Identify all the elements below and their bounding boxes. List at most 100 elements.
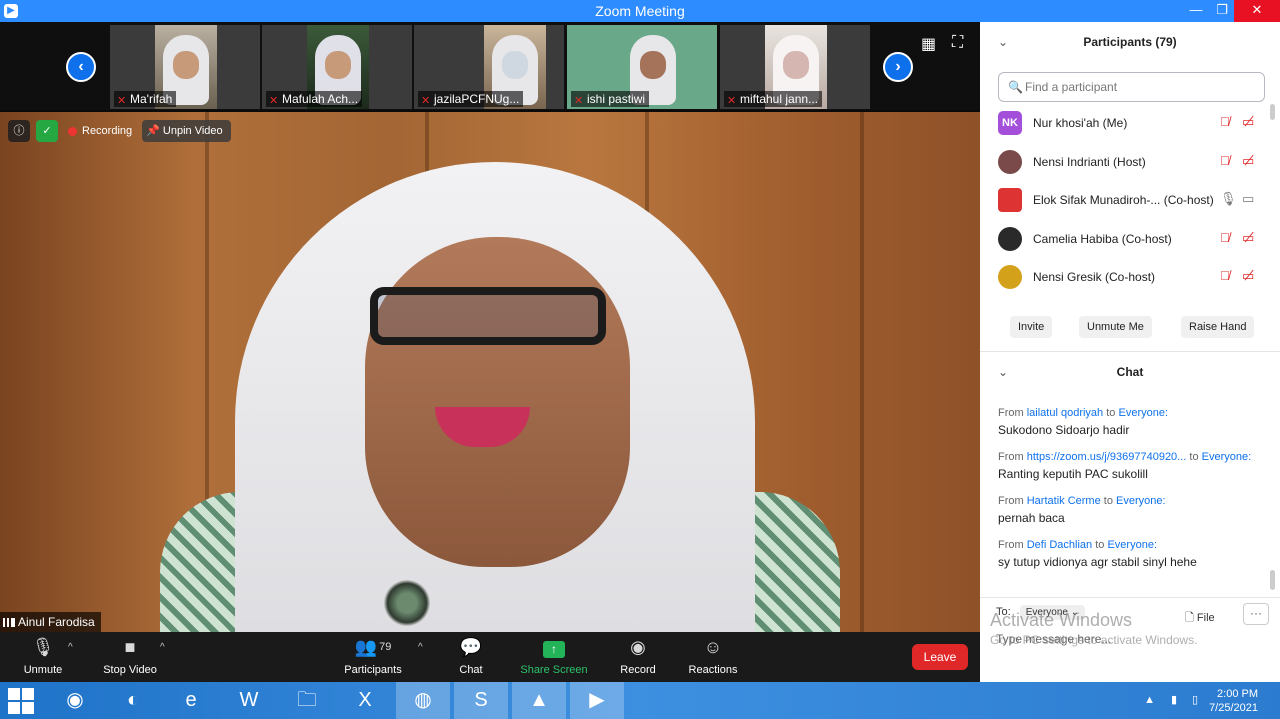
invite-button[interactable]: Invite	[1010, 316, 1053, 338]
minimize-button[interactable]: —	[1182, 0, 1210, 22]
file-button[interactable]: 🗋 File	[1185, 609, 1215, 628]
participant-search-input[interactable]: 🔍 Find a participant	[998, 72, 1265, 102]
audio-options-caret[interactable]: ^	[68, 642, 73, 653]
chat-message: From Hartatik Cerme to Everyone: pernah …	[998, 495, 1166, 525]
recording-indicator: Recording	[64, 125, 136, 137]
participant-row[interactable]: Elok Sifak Munadiroh-... (Co-host) 🎙 ▭	[980, 181, 1280, 220]
sender-link[interactable]: Defi Dachlian	[1027, 539, 1092, 551]
speaker-name-tag: Ainul Farodisa	[0, 612, 101, 632]
prev-page-button[interactable]: ‹	[66, 52, 96, 82]
avatar: NK	[998, 111, 1022, 135]
collapse-chevron-icon[interactable]: ⌄	[998, 352, 1008, 392]
excel-icon[interactable]: X	[338, 682, 392, 719]
pin-icon: 📌	[146, 125, 160, 137]
meeting-toolbar: 🎙 Unmute ^ ■ Stop Video ^ 👥 79 Participan…	[0, 632, 980, 682]
avatar	[998, 265, 1022, 289]
chat-message-input[interactable]: Type message here...	[996, 632, 1111, 646]
reactions-button[interactable]: ☺ Reactions	[688, 636, 738, 676]
thumbnail-strip: ‹ ✕ Ma'rifah ✕ Mafulah Ach... ✕ jazilaPCFNU…	[0, 22, 980, 110]
more-options-button[interactable]: ···	[1243, 603, 1269, 625]
windows-start-icon[interactable]	[8, 688, 34, 714]
file-icon: 🗋	[1185, 612, 1194, 624]
mic-muted-icon[interactable]: 🎙̸	[1220, 114, 1230, 129]
show-hidden-icons-icon[interactable]: ▲	[1144, 694, 1155, 706]
word-icon[interactable]: W	[222, 682, 276, 719]
unmute-button[interactable]: 🎙 Unmute	[22, 636, 64, 676]
recipient-link[interactable]: Everyone:	[1202, 451, 1252, 463]
video-off-icon[interactable]: ▭̸	[1242, 114, 1254, 130]
windows-taskbar: ◉ ◐ e W 🗀 X ◍ S ▲ ▶ ▲ ▮ ▯ 2:00 PM 7/25/2…	[0, 682, 1280, 719]
video-off-icon[interactable]: ▭̸	[1242, 268, 1254, 284]
participant-row[interactable]: NK Nur khosi'ah (Me) 🎙̸ ▭̸	[980, 104, 1280, 143]
avatar	[998, 226, 1022, 251]
recipient-link[interactable]: Everyone:	[1116, 495, 1166, 507]
window-title: Zoom Meeting	[595, 3, 685, 19]
mic-muted-icon: ✕	[117, 95, 127, 107]
stop-video-button[interactable]: ■ Stop Video	[100, 636, 160, 676]
mic-muted-icon: ✕	[727, 95, 737, 107]
participants-scrollbar[interactable]	[1270, 104, 1275, 120]
internet-explorer-icon[interactable]: e	[164, 682, 218, 719]
skype-icon[interactable]: S	[454, 682, 508, 719]
close-button[interactable]: ✕	[1234, 0, 1280, 22]
participant-thumbnail[interactable]: ✕ Ma'rifah	[110, 25, 260, 109]
sender-link[interactable]: Hartatik Cerme	[1027, 495, 1101, 507]
mic-muted-icon[interactable]: 🎙̸	[1220, 268, 1230, 283]
participant-row[interactable]: Camelia Habiba (Co-host) 🎙̸ ▭̸	[980, 220, 1280, 259]
participants-button[interactable]: 👥 79 Participants	[343, 636, 403, 676]
participants-options-caret[interactable]: ^	[418, 642, 423, 653]
meeting-info-icon[interactable]: ⓘ	[8, 120, 30, 142]
unpin-video-button[interactable]: 📌 Unpin Video	[142, 120, 231, 142]
thumbnail-name: ✕ Ma'rifah	[114, 91, 177, 107]
chrome-icon[interactable]: ◉	[48, 682, 102, 719]
record-button[interactable]: ◉ Record	[618, 636, 658, 676]
security-shield-icon[interactable]: ✓	[36, 120, 58, 142]
raise-hand-button[interactable]: Raise Hand	[1181, 316, 1255, 338]
video-off-icon[interactable]: ▭̸	[1242, 230, 1254, 246]
chat-message: From lailatul qodriyah to Everyone: Suko…	[998, 407, 1169, 437]
media-player-icon[interactable]: ◐	[106, 682, 160, 719]
fullscreen-icon[interactable]: ⛶	[952, 34, 963, 52]
video-camera-icon[interactable]: ▭	[1242, 191, 1254, 207]
participant-thumbnail[interactable]: ✕ jazilaPCFNUg...	[414, 25, 564, 109]
title-bar: ▶ Zoom Meeting — ❐ ✕	[0, 0, 1280, 22]
participant-row[interactable]: Nensi Gresik (Co-host) 🎙̸ ▭̸	[980, 258, 1280, 297]
share-screen-button[interactable]: ↑ Share Screen	[520, 636, 588, 676]
record-icon: ◉	[630, 637, 646, 657]
speaker-brooch	[384, 580, 430, 626]
recipient-link[interactable]: Everyone:	[1107, 539, 1157, 551]
chat-button[interactable]: 💬 Chat	[456, 636, 486, 676]
video-options-caret[interactable]: ^	[160, 642, 165, 653]
collapse-chevron-icon[interactable]: ⌄	[998, 22, 1008, 62]
network-icon[interactable]: ▮	[1171, 693, 1177, 706]
share-arrow-icon: ↑	[543, 641, 565, 658]
recipient-select[interactable]: Everyone ⌄	[1019, 605, 1086, 620]
video-area: ‹ ✕ Ma'rifah ✕ Mafulah Ach... ✕ jazilaPCFNU…	[0, 22, 980, 632]
divider	[980, 597, 1280, 598]
sender-link[interactable]: lailatul qodriyah	[1027, 407, 1103, 419]
firefox-icon[interactable]: ◍	[396, 682, 450, 719]
participant-thumbnail[interactable]: ✕ Mafulah Ach...	[262, 25, 412, 109]
battery-icon[interactable]: ▯	[1192, 693, 1198, 706]
next-page-button[interactable]: ›	[883, 52, 913, 82]
unmute-me-button[interactable]: Unmute Me	[1079, 316, 1152, 338]
sender-link[interactable]: https://zoom.us/j/93697740920...	[1027, 451, 1187, 463]
participant-row[interactable]: Nensi Indrianti (Host) 🎙̸ ▭̸	[980, 143, 1280, 182]
google-drive-icon[interactable]: ▲	[512, 682, 566, 719]
recipient-link[interactable]: Everyone:	[1118, 407, 1168, 419]
signal-strength-icon	[3, 618, 15, 627]
video-off-icon[interactable]: ▭̸	[1242, 153, 1254, 169]
gallery-view-icon[interactable]: ▦	[921, 34, 936, 54]
mic-muted-icon[interactable]: 🎙̸	[1220, 230, 1230, 245]
clock[interactable]: 2:00 PM 7/25/2021	[1209, 687, 1258, 715]
file-explorer-icon[interactable]: 🗀	[280, 682, 334, 719]
maximize-button[interactable]: ❐	[1208, 0, 1236, 22]
participant-thumbnail[interactable]: ✕ ishi pastiwi	[567, 25, 717, 109]
recording-dot-icon	[68, 126, 77, 136]
participant-thumbnail[interactable]: ✕ miftahul jann...	[720, 25, 870, 109]
mic-muted-icon[interactable]: 🎙̸	[1220, 153, 1230, 168]
chat-scrollbar[interactable]	[1270, 570, 1275, 590]
zoom-icon[interactable]: ▶	[570, 682, 624, 719]
leave-button[interactable]: Leave	[912, 644, 968, 670]
mic-icon[interactable]: 🎙	[1220, 191, 1237, 207]
